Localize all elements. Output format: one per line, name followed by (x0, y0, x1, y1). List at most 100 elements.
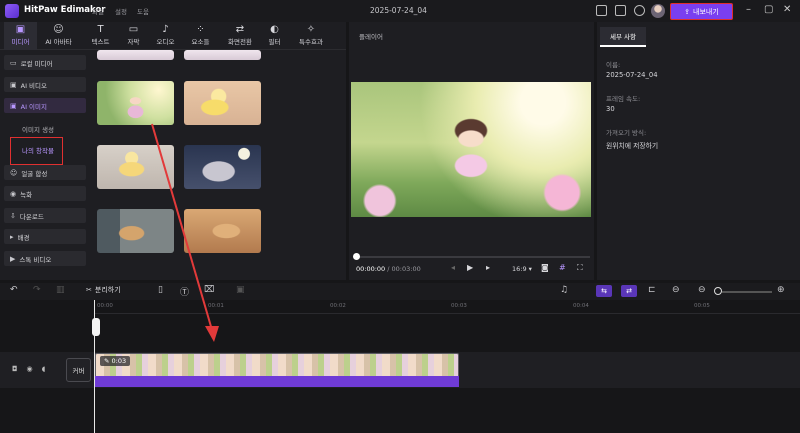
face-icon: ☺ (10, 168, 18, 177)
sidebar-item-ai-image[interactable]: ▣ AI 이미지 (4, 98, 86, 113)
visibility-icon[interactable]: ◉ (27, 365, 33, 373)
cover-button[interactable]: 커버 (66, 358, 91, 382)
folder-icon: ▭ (10, 58, 17, 67)
detail-label-import: 가져오기 방식: (606, 129, 647, 137)
grid-icon[interactable]: # (559, 263, 566, 272)
menu-file[interactable]: 파일 (92, 6, 104, 16)
scrubber-knob[interactable] (353, 253, 360, 260)
download-icon[interactable] (634, 5, 645, 16)
sidebar-sub-my-creations[interactable]: 나의 창작물 (10, 137, 63, 165)
detail-label-framerate: 프레임 속도: (606, 95, 641, 103)
play-icon[interactable]: ▶ (467, 263, 473, 272)
undo-icon[interactable]: ↶ (10, 285, 18, 295)
menu-settings[interactable]: 설정 (115, 6, 127, 16)
crop-icon[interactable]: ⌧ (204, 285, 214, 295)
sidebar-item-local-media[interactable]: ▭ 로컬 미디어 (4, 55, 86, 70)
media-thumbnail[interactable] (97, 50, 174, 60)
record-icon: ◉ (10, 189, 17, 198)
layout-icon[interactable] (596, 5, 607, 16)
sidebar-item-face-swap[interactable]: ☺ 얼굴 합성 (4, 165, 86, 180)
fit-icon[interactable]: ⊖ (672, 285, 680, 295)
media-thumbnail-girl[interactable] (97, 81, 174, 125)
ruler-tick: 00:03 (451, 303, 467, 309)
ruler-tick: 00:04 (573, 303, 589, 309)
playhead-handle[interactable] (92, 318, 100, 336)
audio-icon: ♪ (162, 24, 169, 35)
background-icon: ▸ (10, 232, 14, 241)
media-thumbnail-cat-sofa[interactable] (97, 209, 174, 253)
zoom-slider-knob[interactable] (714, 287, 722, 295)
media-thumbnail-chick[interactable] (97, 145, 174, 189)
tab-elements[interactable]: ⁘ 요소들 (184, 22, 217, 50)
clip-audio-bar (95, 376, 459, 387)
tab-filter[interactable]: ◐ 필터 (258, 22, 291, 50)
sidebar-item-ai-video[interactable]: ▣ AI 비디오 (4, 77, 86, 92)
detail-value-name: 2025-07-24_04 (606, 71, 658, 79)
subtitle-icon: ▭ (128, 24, 139, 35)
prev-frame-icon[interactable]: ◂ (451, 263, 455, 272)
track-controls: ◘ ◉ ◖ (12, 365, 45, 373)
ruler-tick: 00:05 (694, 303, 710, 309)
media-icon: ▣ (15, 24, 26, 35)
sidebar-item-background[interactable]: ▸ 배경 (4, 229, 86, 244)
link-icon[interactable]: ⇄ (621, 285, 637, 297)
feedback-icon[interactable] (615, 5, 626, 16)
video-preview[interactable] (351, 82, 591, 217)
sidebar-item-record[interactable]: ◉ 녹화 (4, 186, 86, 201)
snap-icon[interactable]: ⇆ (596, 285, 612, 297)
zoom-out-icon[interactable]: ⊖ (698, 285, 706, 295)
freeze-icon[interactable]: ▣ (236, 285, 245, 295)
zoom-in-icon[interactable]: ⊕ (777, 285, 785, 295)
mute-icon[interactable]: ◖ (42, 365, 46, 373)
zoom-slider[interactable] (722, 291, 772, 293)
text-tool-icon[interactable]: Ⓣ (180, 285, 189, 298)
ripple-icon[interactable]: ⊏ (648, 285, 656, 295)
redo-icon[interactable]: ↷ (33, 285, 41, 295)
media-thumbnail-duck[interactable] (184, 81, 261, 125)
tab-subtitle[interactable]: ▭ 자막 (117, 22, 150, 50)
ruler-tick: 00:00 (97, 303, 113, 309)
app-logo-icon (5, 4, 19, 18)
media-thumbnail-bedroom[interactable] (184, 145, 261, 189)
current-time: 00:00:00 (356, 265, 386, 273)
sidebar-sub-image-generate[interactable]: 이미지 생성 (22, 124, 54, 134)
tab-details[interactable]: 세부 사항 (600, 27, 646, 47)
mic-icon[interactable]: ♫ (560, 285, 568, 295)
delete-icon[interactable]: ▥ (56, 285, 65, 295)
menu-help[interactable]: 도움 (137, 6, 149, 16)
player-title: 플레이어 (359, 33, 383, 41)
project-name: 2025-07-24_04 (370, 6, 427, 15)
tab-text[interactable]: T 텍스트 (84, 22, 117, 50)
media-thumbnail-cat-table[interactable] (184, 209, 261, 253)
avatar[interactable] (651, 4, 665, 18)
marker-icon[interactable]: ▯ (158, 285, 163, 295)
maximize-icon[interactable]: ▢ (764, 5, 773, 15)
next-frame-icon[interactable]: ▸ (486, 263, 490, 272)
tab-ai-avatar[interactable]: ☺ AI 아바타 (42, 22, 75, 50)
minimize-icon[interactable]: – (746, 5, 751, 15)
tab-audio[interactable]: ♪ 오디오 (149, 22, 182, 50)
avatar-icon: ☺ (53, 24, 64, 35)
edit-icon: ✎ (104, 357, 112, 365)
player-scrubber[interactable] (355, 256, 590, 258)
effects-icon: ✧ (306, 24, 316, 35)
tab-transition[interactable]: ⇄ 화면전환 (222, 22, 258, 50)
tab-media[interactable]: ▣ 미디어 (4, 22, 37, 50)
ruler-tick: 00:01 (208, 303, 224, 309)
player-timecode: 00:00:00 / 00:03:00 (356, 265, 421, 273)
lock-icon[interactable]: ◘ (12, 365, 18, 373)
aspect-ratio-select[interactable]: 16:9 ▾ (512, 265, 532, 273)
ai-image-icon: ▣ (10, 101, 17, 110)
snapshot-icon[interactable]: ◙ (541, 263, 549, 272)
media-thumbnail[interactable] (184, 50, 261, 60)
text-icon: T (97, 24, 104, 35)
scissors-icon: ✂ (86, 286, 92, 294)
export-icon: ⇪ (684, 7, 691, 16)
sidebar-item-stock-video[interactable]: ▶ 스톡 비디오 (4, 251, 86, 266)
close-icon[interactable]: ✕ (783, 5, 791, 15)
fullscreen-icon[interactable]: ⛶ (577, 263, 583, 273)
tab-effects[interactable]: ✧ 특수효과 (291, 22, 331, 50)
export-button[interactable]: ⇪ 내보내기 (670, 3, 733, 20)
split-button[interactable]: ✂ 분리하기 (86, 285, 121, 295)
sidebar-item-download[interactable]: ⇩ 다운로드 (4, 208, 86, 223)
